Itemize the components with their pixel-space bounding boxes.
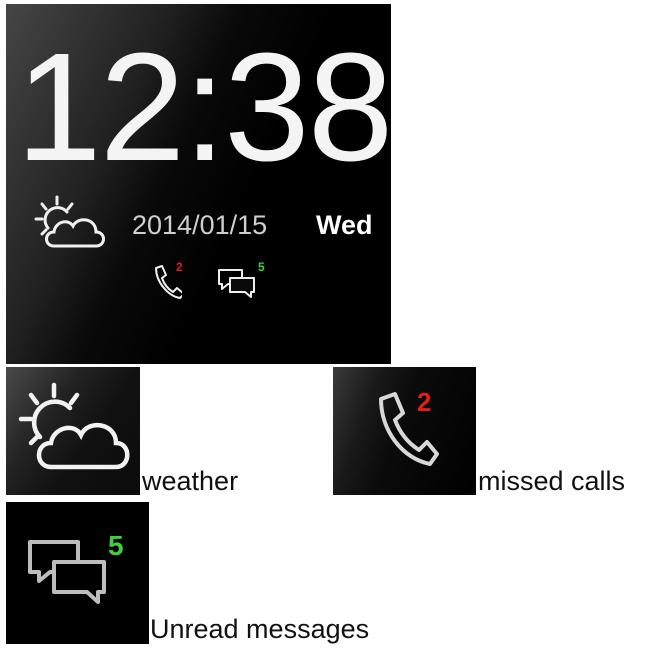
unread-messages-label: Unread messages [150,614,370,644]
message-icon[interactable] [216,266,262,300]
clock-time: 12:38 [16,21,391,193]
missed-calls-tile: 2 [333,367,476,495]
watch-face: 12:38 2014/01/15 Wed 2 5 [6,4,391,364]
weather-icon-large [18,382,130,470]
weather-icon[interactable] [34,194,112,254]
unread-messages-count: 5 [258,260,265,274]
weekday-text: Wed [316,210,373,240]
unread-messages-tile: 5 [6,502,149,644]
phone-icon[interactable] [152,264,182,300]
weather-label: weather [142,466,239,496]
missed-calls-count: 2 [176,260,183,274]
missed-calls-count-large: 2 [417,387,432,417]
weather-tile [6,367,140,495]
missed-calls-label: missed calls [478,466,626,496]
date-text: 2014/01/15 [132,210,268,240]
unread-messages-count-large: 5 [108,530,124,561]
